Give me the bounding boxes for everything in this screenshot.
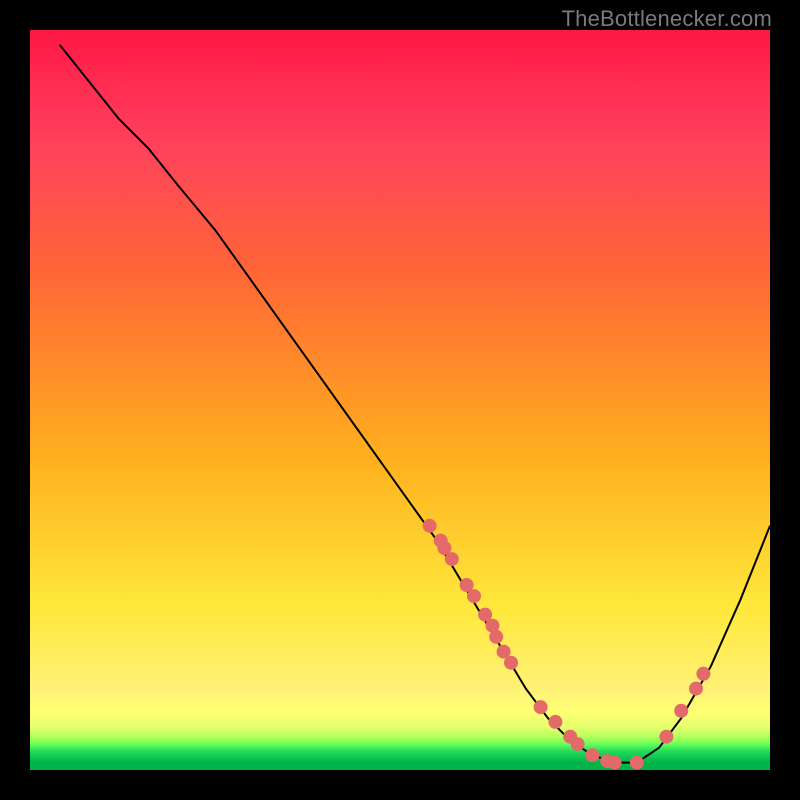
bottleneck-curve [60,45,770,763]
chart-frame: TheBottlenecker.com [0,0,800,800]
attribution-label: TheBottlenecker.com [562,6,772,32]
sample-dot [423,519,437,533]
sample-dot [445,552,459,566]
sample-dot [630,756,644,770]
sample-dot [504,656,518,670]
sample-dot [696,667,710,681]
sample-dot [534,700,548,714]
curve-layer [30,30,770,770]
sample-dot [467,589,481,603]
sample-dot [608,756,622,770]
sample-dot [585,748,599,762]
sample-dot [548,715,562,729]
sample-dots-group [423,519,711,770]
sample-dot [571,737,585,751]
sample-dot [489,630,503,644]
sample-dot [689,682,703,696]
sample-dot [674,704,688,718]
plot-area [30,30,770,770]
sample-dot [659,730,673,744]
